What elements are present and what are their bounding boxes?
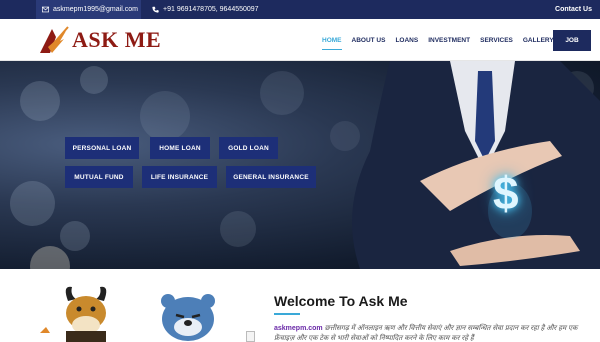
bokeh-light — [260, 71, 304, 115]
contact-us-link[interactable]: Contact Us — [555, 0, 592, 19]
nav-item-investment[interactable]: INVESTMENT — [428, 19, 470, 61]
email-contact[interactable]: askmepm1995@gmail.com — [36, 0, 141, 19]
home-loan-button[interactable]: HOME LOAN — [150, 137, 210, 159]
logo-mark-icon — [40, 26, 69, 53]
phone-icon — [152, 6, 159, 13]
welcome-section: Welcome To Ask Me askmepm.com छत्तीसगढ़ … — [0, 269, 600, 342]
nav-item-loans[interactable]: LOANS — [395, 19, 418, 61]
bull-mascot — [40, 286, 107, 342]
bokeh-light — [10, 181, 55, 226]
bokeh-light — [80, 66, 108, 94]
phone-text: +91 9691478705, 9644550097 — [163, 6, 259, 13]
personal-loan-button[interactable]: PERSONAL LOAN — [65, 137, 139, 159]
bokeh-light — [220, 211, 256, 247]
gold-loan-button[interactable]: GOLD LOAN — [219, 137, 278, 159]
bear-mascot — [161, 294, 215, 341]
envelope-icon — [42, 6, 49, 13]
brand-link[interactable]: askmepm.com — [274, 325, 323, 332]
nav-item-home[interactable]: HOME — [322, 19, 342, 61]
floating-side-tab[interactable] — [246, 331, 255, 342]
bokeh-light — [20, 81, 60, 121]
logo-text: ASK ME — [72, 27, 162, 52]
site-logo[interactable]: ASK ME — [38, 24, 173, 56]
email-text: askmepm1995@gmail.com — [53, 6, 138, 13]
bokeh-light — [140, 91, 190, 141]
nav-item-gallery[interactable]: GALLERY — [523, 19, 554, 61]
phone-contact[interactable]: +91 9691478705, 9644550097 — [152, 0, 259, 19]
mutual-fund-button[interactable]: MUTUAL FUND — [65, 166, 133, 188]
nav-menu: HOME ABOUT US LOANS INVESTMENT SERVICES … — [322, 19, 564, 61]
welcome-description: askmepm.com छत्तीसगढ़ में ऑनलाइन ऋण और व… — [274, 324, 596, 342]
top-bar: askmepm1995@gmail.com +91 9691478705, 96… — [0, 0, 600, 19]
bokeh-light — [60, 221, 90, 251]
title-underline — [274, 313, 300, 315]
general-insurance-button[interactable]: GENERAL INSURANCE — [226, 166, 316, 188]
nav-item-about-us[interactable]: ABOUT US — [352, 19, 386, 61]
welcome-title: Welcome To Ask Me — [274, 293, 408, 309]
bokeh-light — [30, 246, 70, 269]
main-navbar: ASK ME HOME ABOUT US LOANS INVESTMENT SE… — [0, 19, 600, 61]
life-insurance-button[interactable]: LIFE INSURANCE — [142, 166, 217, 188]
dollar-symbol: $ — [493, 167, 519, 219]
job-button[interactable]: JOB — [553, 30, 591, 51]
hero-banner: $ PERSONAL LOAN HOME LOAN GOLD LOAN MUTU… — [0, 61, 600, 269]
nav-item-services[interactable]: SERVICES — [480, 19, 513, 61]
businessman-image — [352, 61, 600, 269]
